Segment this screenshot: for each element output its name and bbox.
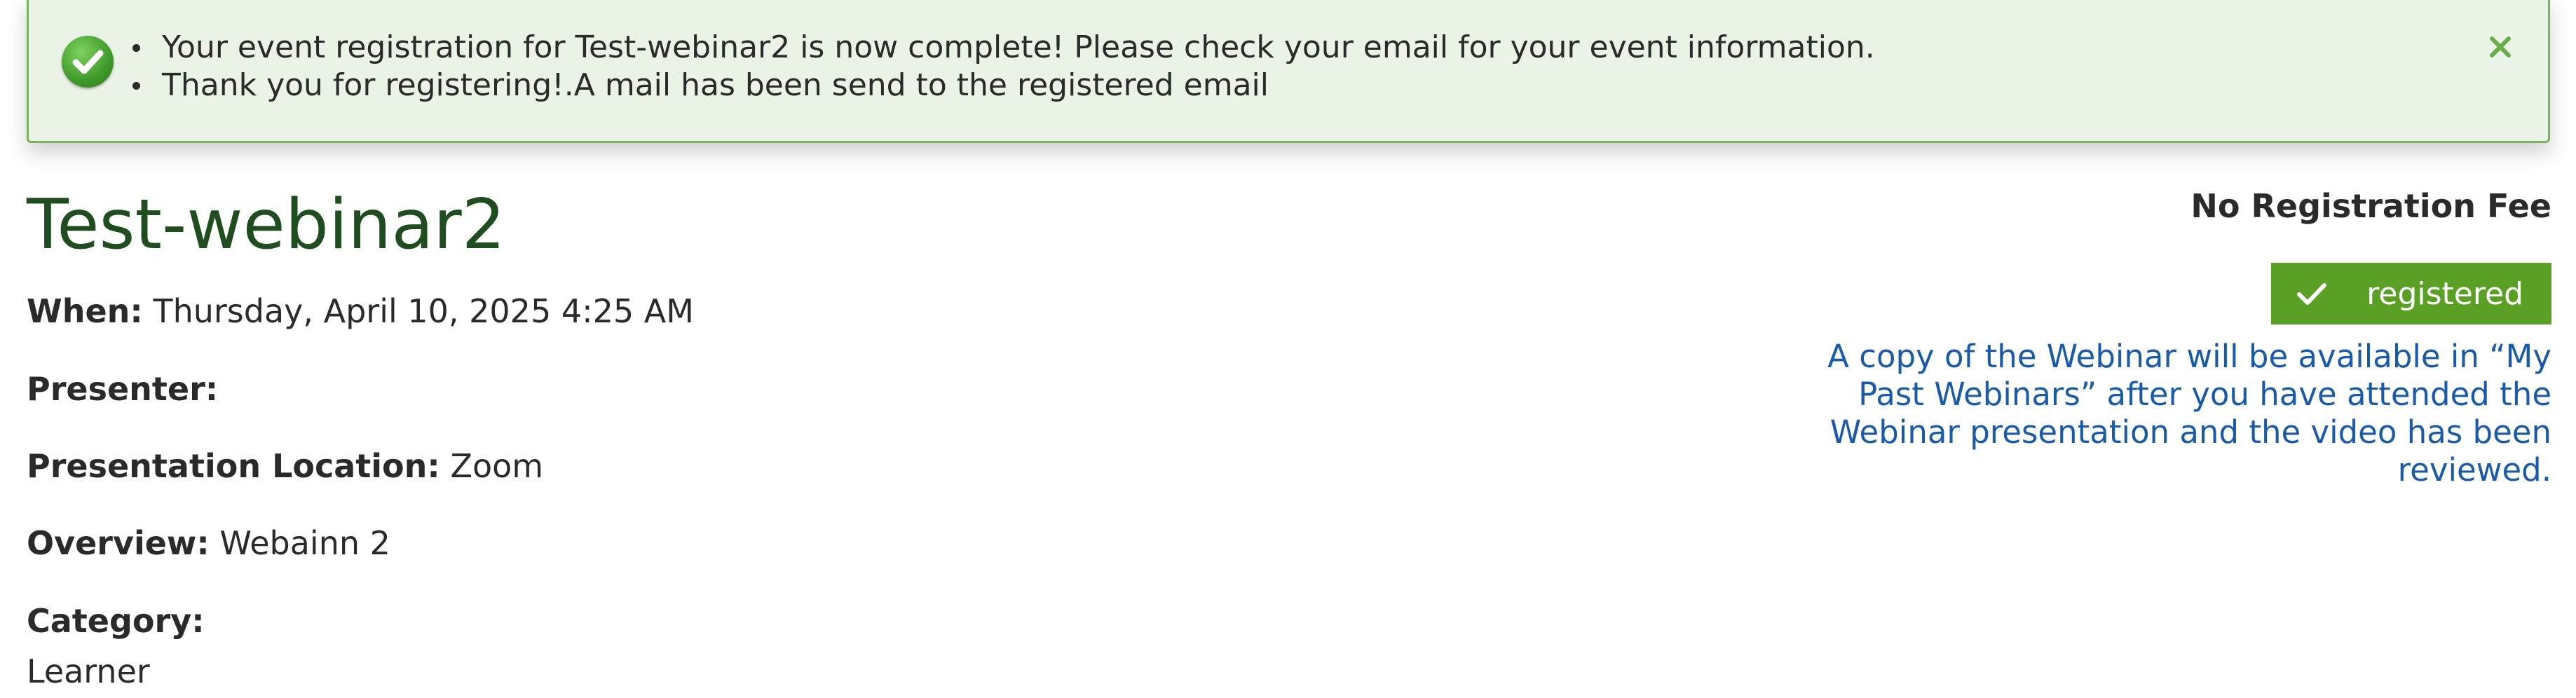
category-value: Learner: [27, 652, 150, 690]
event-location: Presentation Location: Zoom: [27, 446, 543, 486]
when-value: Thursday, April 10, 2025 4:25 AM: [153, 292, 694, 330]
check-circle-icon: [62, 36, 114, 88]
alert-message: Your event registration for Test-webinar…: [132, 29, 1875, 65]
past-webinars-note: A copy of the Webinar will be available …: [1827, 338, 2551, 488]
event-when: When: Thursday, April 10, 2025 4:25 AM: [27, 292, 694, 331]
location-value: Zoom: [450, 447, 544, 485]
location-label: Presentation Location:: [27, 447, 440, 485]
alert-message-list: Your event registration for Test-webinar…: [132, 29, 1875, 104]
alert-message: Thank you for registering!.A mail has be…: [132, 67, 1875, 104]
checkmark-icon: [2297, 283, 2326, 305]
registered-label: registered: [2366, 275, 2523, 312]
registration-fee: No Registration Fee: [2190, 187, 2551, 225]
close-icon[interactable]: [2479, 26, 2521, 68]
event-category: Category:: [27, 601, 205, 641]
event-presenter: Presenter:: [27, 369, 218, 409]
event-page: Your event registration for Test-webinar…: [0, 0, 2576, 698]
overview-label: Overview:: [27, 524, 210, 562]
registered-button[interactable]: registered: [2271, 263, 2551, 324]
category-label: Category:: [27, 602, 205, 640]
event-title: Test-webinar2: [27, 185, 506, 265]
event-overview: Overview: Webainn 2: [27, 524, 390, 563]
overview-value: Webainn 2: [219, 524, 390, 562]
presenter-label: Presenter:: [27, 370, 219, 408]
when-label: When:: [27, 292, 143, 330]
success-alert: Your event registration for Test-webinar…: [27, 0, 2550, 143]
